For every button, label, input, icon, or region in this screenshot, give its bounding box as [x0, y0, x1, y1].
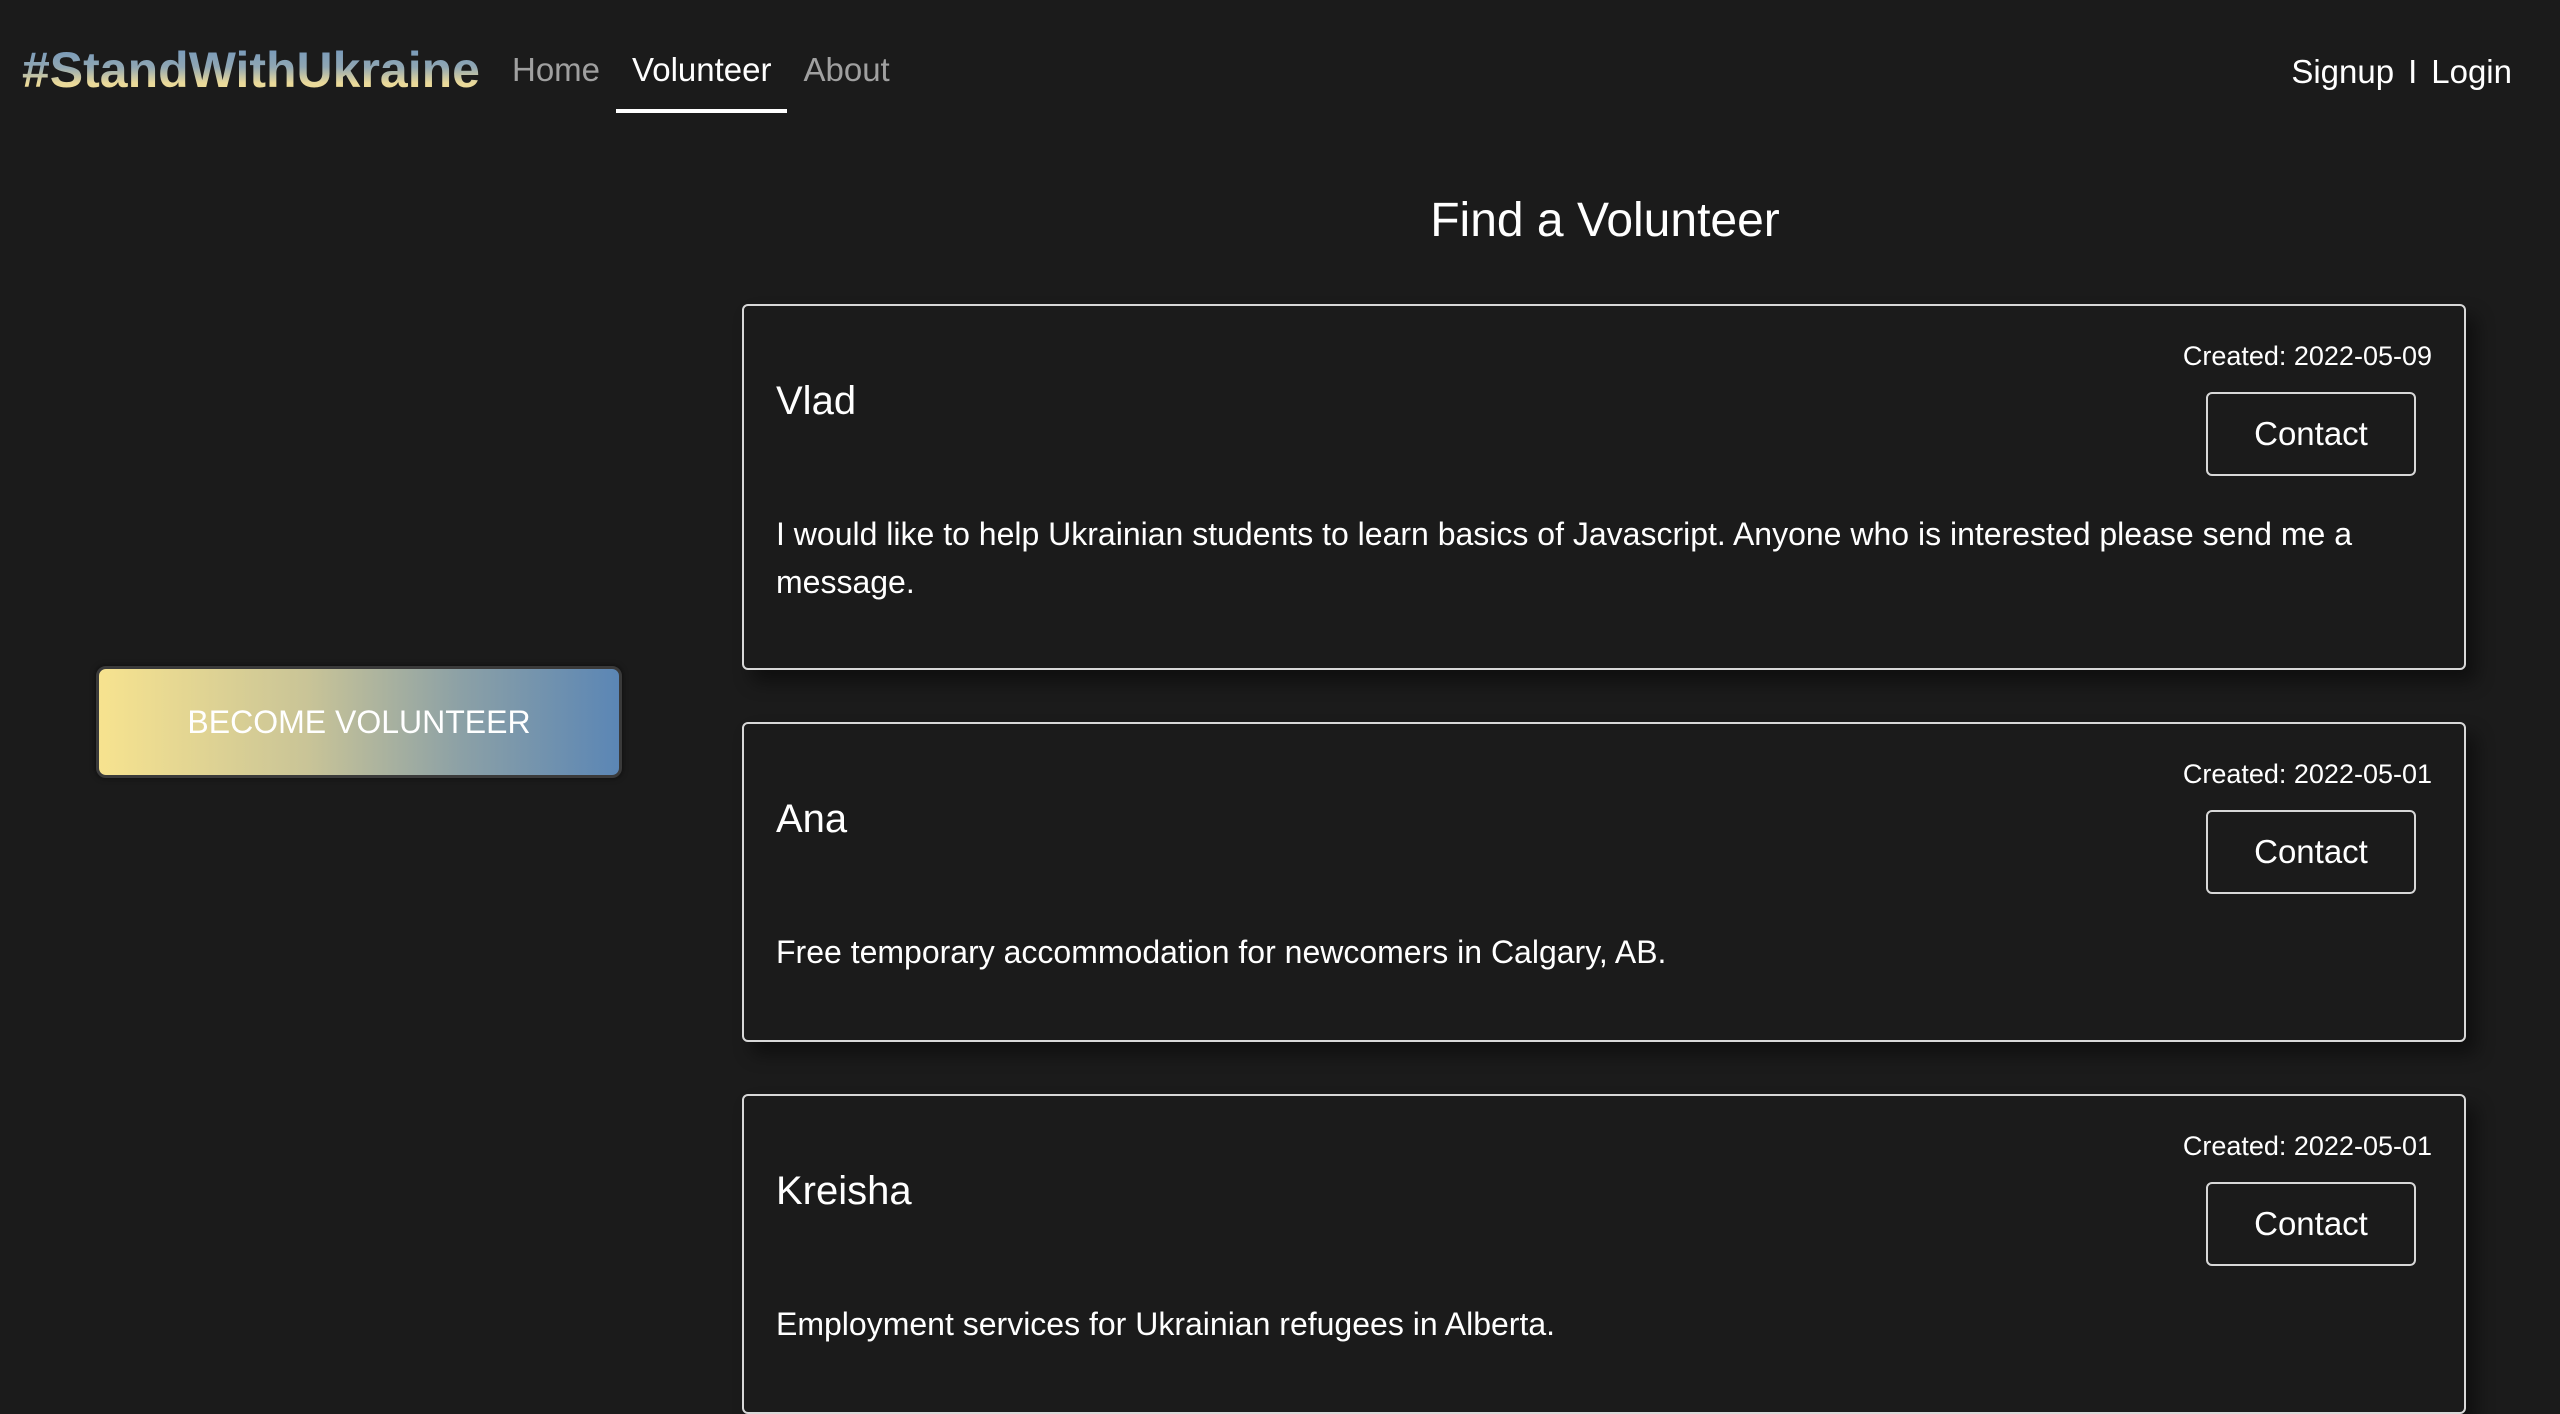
volunteer-description: Free temporary accommodation for newcome…	[776, 934, 1667, 970]
auth-links: Signup I Login	[2291, 50, 2512, 94]
volunteer-name: Vlad	[776, 379, 857, 423]
contact-button[interactable]: Contact	[2206, 810, 2416, 894]
created-date: Created: 2022-05-09	[2182, 341, 2432, 371]
volunteer-name: Kreisha	[776, 1169, 912, 1213]
contact-button[interactable]: Contact	[2206, 1182, 2416, 1266]
top-navbar: #StandWithUkraine Home Volunteer About S…	[0, 0, 2560, 140]
become-volunteer-button[interactable]: BECOME VOLUNTEER	[96, 666, 622, 778]
nav-volunteer[interactable]: Volunteer	[616, 0, 788, 116]
auth-separator: I	[2408, 53, 2418, 90]
volunteer-card: Ana Created: 2022-05-01 Contact Free tem…	[742, 722, 2466, 1042]
nav-home[interactable]: Home	[496, 0, 616, 116]
nav-about[interactable]: About	[787, 0, 905, 116]
created-date: Created: 2022-05-01	[2182, 759, 2432, 789]
created-date: Created: 2022-05-01	[2182, 1131, 2432, 1161]
signup-link[interactable]: Signup	[2291, 50, 2394, 94]
page-title: Find a Volunteer	[1430, 194, 1780, 247]
login-link[interactable]: Login	[2431, 50, 2512, 94]
volunteer-card: Kreisha Created: 2022-05-01 Contact Empl…	[742, 1094, 2466, 1414]
volunteer-card: Vlad Created: 2022-05-09 Contact I would…	[742, 304, 2466, 670]
brand-logo[interactable]: #StandWithUkraine	[22, 38, 480, 102]
nav-links: Home Volunteer About	[496, 0, 906, 116]
contact-button[interactable]: Contact	[2206, 392, 2416, 476]
volunteer-description: I would like to help Ukrainian students …	[776, 516, 2352, 600]
volunteer-description: Employment services for Ukrainian refuge…	[776, 1306, 1556, 1342]
volunteer-name: Ana	[776, 797, 848, 841]
